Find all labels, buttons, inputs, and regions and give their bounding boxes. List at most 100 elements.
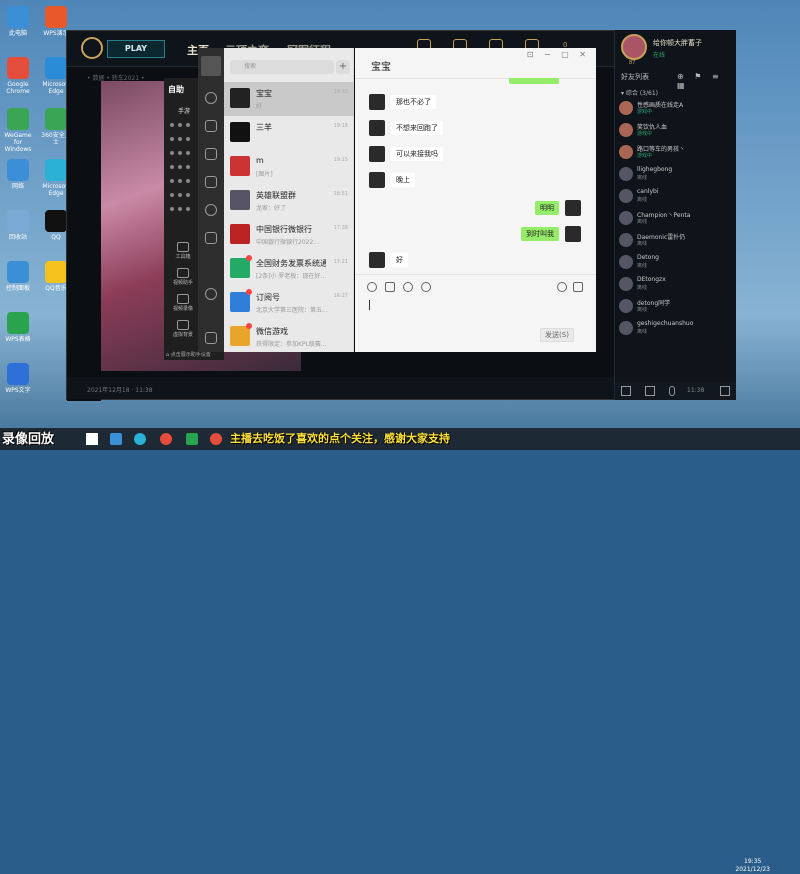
task-view-icon[interactable] [110,433,122,445]
wechat-avatar[interactable] [201,56,221,76]
assistant-toggle-row[interactable] [170,162,200,172]
app-icon [7,159,29,181]
friend-item[interactable]: 性感画质在线走A 游戏中 [619,100,733,118]
friend-item[interactable]: canlybi 离线 [619,188,733,206]
conversation-item[interactable]: 中国银行微银行 中国银行微银行2022... 17:38 [224,218,354,252]
message-bubble[interactable]: 那也不必了 [391,95,436,109]
assistant-toggle-row[interactable] [170,148,200,158]
assistant-toggle-row[interactable] [170,120,200,130]
play-button[interactable]: PLAY [107,40,165,58]
search-input[interactable]: 搜索 [230,60,334,74]
desktop-icon[interactable]: 控制面板 [2,261,34,292]
new-chat-button[interactable]: + [336,60,350,74]
chrome-2-icon[interactable] [210,433,222,445]
conversation-avatar [230,190,250,210]
conversation-item[interactable]: 订阅号 北京大学第三医院：第五... 16:27 [224,286,354,320]
favorites-icon[interactable] [205,148,217,160]
conversation-item[interactable]: 英雄联盟群 龙家：好了 18:51 [224,184,354,218]
message-bubble[interactable]: 不想来回跑了 [391,121,443,135]
folder-icon[interactable] [205,176,217,188]
player-card[interactable]: 给你顿大胖蓄子 在线 87 [615,30,736,66]
friends-group-header[interactable]: ▾ 综合 (3/61) [621,88,658,97]
message-avatar[interactable] [369,94,385,110]
recording-menu[interactable]: 视频录像 [168,294,198,312]
desktop-icon[interactable]: WeGame for Windows [2,108,34,153]
message-avatar[interactable] [565,200,581,216]
assistant-toggle-row[interactable] [170,190,200,200]
missions-icon[interactable] [645,386,655,396]
assistant-toggle-row[interactable] [170,134,200,144]
desktop-icon-label: Google Chrome [6,81,30,95]
menu-icon[interactable] [205,332,217,344]
message-avatar[interactable] [369,120,385,136]
friend-item[interactable]: DEtongzx 离线 [619,276,733,294]
message-bubble[interactable]: 晚上 [391,173,415,187]
desktop-icon[interactable]: WPS表格 [2,312,34,343]
desktop-icon[interactable]: 回收站 [2,210,34,241]
conversation-item[interactable]: 微信游戏 获得限定：参加KPL联赛... [224,320,354,354]
wechat-taskbar-icon[interactable] [186,433,198,445]
message-bubble[interactable]: 可以来接我吗 [391,147,443,161]
friend-item[interactable]: detong同学 离线 [619,298,733,316]
desktop-icon[interactable]: 网络 [2,159,34,190]
miniprogram-icon[interactable] [205,288,217,300]
app-icon [7,312,29,334]
edge-icon[interactable] [134,433,146,445]
screenshot-icon[interactable] [403,282,413,292]
message-avatar[interactable] [369,252,385,268]
desktop-icon-label: 控制面板 [5,285,30,292]
message-input[interactable] [369,300,370,310]
assistant-tab[interactable]: 手游 [178,106,190,115]
chat-history-icon[interactable] [421,282,431,292]
assistant-footer[interactable]: ⌂ 点击展示助手设置 [166,351,211,358]
video-icon [177,268,189,278]
desktop-icon[interactable]: 此电脑 [2,6,34,37]
moments-icon[interactable] [205,204,217,216]
conversation-item[interactable]: 宝宝好 19:33 [224,82,354,116]
window-controls[interactable]: ⊡ − ▢ ✕ [527,50,590,59]
windows-start-icon[interactable] [86,433,98,445]
video-assistant-menu[interactable]: 视频助手 [168,268,198,286]
message-bubble[interactable]: 好 [391,253,408,267]
desktop-icon[interactable]: Google Chrome [2,57,34,95]
conversation-item[interactable]: 全国财务发票系统通... [2条]小 罗老板：现在好... 17:21 [224,252,354,286]
friend-item[interactable]: Champion丶Penta 离线 [619,210,733,228]
chat-bubble-icon[interactable] [205,92,217,104]
friend-actions-icons[interactable]: ⊕ ⚑ ≡ ▦ [677,72,736,90]
conversation-item[interactable]: m [图片] 19:15 [224,150,354,184]
mic-icon[interactable] [669,386,675,396]
conversation-item[interactable]: 三羊 19:16 [224,116,354,150]
file-icon[interactable] [385,282,395,292]
virtual-bg-menu[interactable]: 虚拟背景 [168,320,198,338]
send-button[interactable]: 发送(S) [540,328,574,342]
conversation-time: 19:15 [333,157,348,163]
assistant-toggle-row[interactable] [170,176,200,186]
help-icon[interactable] [720,386,730,396]
chat-icon[interactable] [621,386,631,396]
message-bubble[interactable]: 到时叫我 [521,227,559,241]
message-avatar[interactable] [369,146,385,162]
search-icon[interactable] [205,232,217,244]
contacts-icon[interactable] [205,120,217,132]
assistant-toggle-row[interactable] [170,204,200,214]
emoji-icon[interactable] [367,282,377,292]
lol-logo-icon[interactable] [81,37,103,59]
player-avatar[interactable] [621,34,647,60]
message-bubble[interactable]: 明明 [535,201,559,215]
friend-item[interactable]: Daemonic雷扑仍 离线 [619,232,733,250]
message-avatar[interactable] [369,172,385,188]
player-status[interactable]: 在线 [653,50,665,59]
video-call-icon[interactable] [573,282,583,292]
chrome-icon[interactable] [160,433,172,445]
toolbox-menu[interactable]: 工具箱 [168,242,198,260]
friend-item[interactable]: 路口等车的男孩丶 游戏中 [619,144,733,162]
friend-item[interactable]: geshigechuanshuo 离线 [619,320,733,338]
desktop-icon[interactable]: WPS文字 [2,363,34,394]
voice-call-icon[interactable] [557,282,567,292]
friend-item[interactable]: llighegbong 离线 [619,166,733,184]
system-clock[interactable]: 19:35 2021/12/23 [735,858,770,874]
friend-item[interactable]: 笑饮仇人血 游戏中 [619,122,733,140]
message-avatar[interactable] [565,226,581,242]
friend-item[interactable]: Detong 离线 [619,254,733,272]
friends-bottom-time: 11:38 [687,387,705,394]
